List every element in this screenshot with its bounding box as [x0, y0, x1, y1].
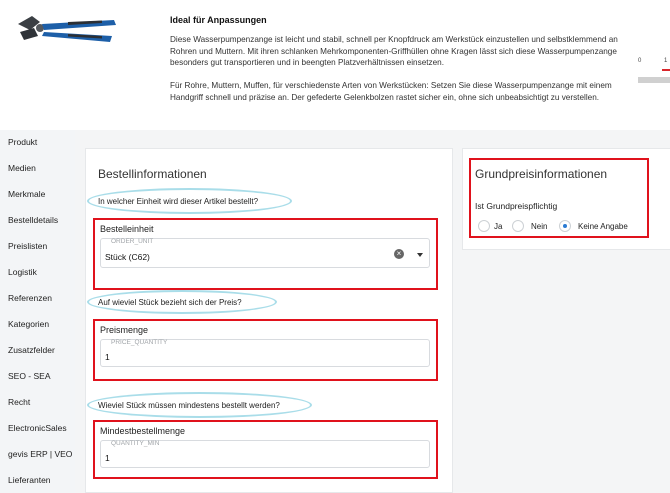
question-price: Auf wieviel Stück bezieht sich der Preis… — [98, 298, 242, 307]
min-qty-legend: QUANTITY_MIN — [111, 440, 160, 447]
sidebar-item-gevis-erp-veo[interactable]: gevis ERP | VEO — [0, 442, 75, 466]
radio-keine-angabe-label[interactable]: Keine Angabe — [578, 222, 628, 231]
sidebar-item-lieferanten[interactable]: Lieferanten — [0, 468, 75, 492]
sidebar-item-preislisten[interactable]: Preislisten — [0, 234, 75, 258]
sidebar-item-logistik[interactable]: Logistik — [0, 260, 75, 284]
scale-red-bar — [662, 69, 670, 71]
radio-nein-label[interactable]: Nein — [531, 222, 547, 231]
price-qty-input[interactable]: PRICE_QUANTITY 1 — [100, 339, 430, 367]
price-qty-legend: PRICE_QUANTITY — [111, 339, 168, 346]
mini-scale: 0 1 — [635, 58, 670, 88]
sidebar-item-merkmale[interactable]: Merkmale — [0, 182, 75, 206]
price-qty-label: Preismenge — [100, 325, 149, 335]
sidebar-item-zusatzfelder[interactable]: Zusatzfelder — [0, 338, 75, 362]
order-unit-label: Bestelleinheit — [100, 224, 154, 234]
main-content: Bestellinformationen In welcher Einheit … — [75, 130, 670, 493]
sidebar-item-kategorien[interactable]: Kategorien — [0, 312, 75, 336]
question-unit: In welcher Einheit wird dieser Artikel b… — [98, 197, 259, 206]
price-qty-value: 1 — [105, 352, 110, 362]
scale-max-label: 1 — [664, 58, 668, 64]
sidebar-item-seo-sea[interactable]: SEO - SEA — [0, 364, 75, 388]
order-info-title: Bestellinformationen — [98, 167, 207, 181]
order-unit-value: Stück (C62) — [105, 252, 150, 262]
product-title: Ideal für Anpassungen — [170, 15, 267, 25]
base-price-question: Ist Grundpreispflichtig — [475, 201, 558, 211]
min-qty-value: 1 — [105, 453, 110, 463]
product-description: Diese Wasserpumpenzange ist leicht und s… — [170, 35, 618, 67]
chevron-down-icon[interactable] — [417, 253, 423, 257]
question-min: Wieviel Stück müssen mindestens bestellt… — [98, 401, 280, 410]
order-info-panel: Bestellinformationen In welcher Einheit … — [85, 148, 453, 493]
min-qty-label: Mindestbestellmenge — [100, 426, 186, 436]
clear-icon[interactable]: × — [394, 249, 404, 259]
base-price-title: Grundpreisinformationen — [475, 167, 608, 181]
sidebar: Produkt Medien Merkmale Bestelldetails P… — [0, 130, 75, 493]
min-qty-input[interactable]: QUANTITY_MIN 1 — [100, 440, 430, 468]
sidebar-item-produkt[interactable]: Produkt — [0, 130, 75, 154]
sidebar-item-referenzen[interactable]: Referenzen — [0, 286, 75, 310]
product-description-2: Für Rohre, Muttern, Muffen, für verschie… — [170, 81, 612, 102]
product-header: Ideal für Anpassungen Diese Wasserpumpen… — [0, 0, 670, 130]
sidebar-item-electronicsales[interactable]: ElectronicSales — [0, 416, 75, 440]
radio-keine-angabe[interactable] — [559, 220, 571, 232]
order-unit-legend: ORDER_UNIT — [111, 238, 154, 245]
scale-min-label: 0 — [638, 58, 642, 64]
radio-nein[interactable] — [512, 220, 524, 232]
base-price-panel: Grundpreisinformationen Ist Grundpreispf… — [462, 148, 670, 250]
order-unit-select[interactable]: ORDER_UNIT Stück (C62) × — [100, 238, 430, 268]
sidebar-item-bestelldetails[interactable]: Bestelldetails — [0, 208, 75, 232]
sidebar-item-recht[interactable]: Recht — [0, 390, 75, 414]
water-pump-pliers-image — [18, 16, 116, 42]
sidebar-item-medien[interactable]: Medien — [0, 156, 75, 180]
scale-grey-bar — [638, 77, 670, 83]
radio-ja-label[interactable]: Ja — [494, 222, 502, 231]
radio-ja[interactable] — [478, 220, 490, 232]
